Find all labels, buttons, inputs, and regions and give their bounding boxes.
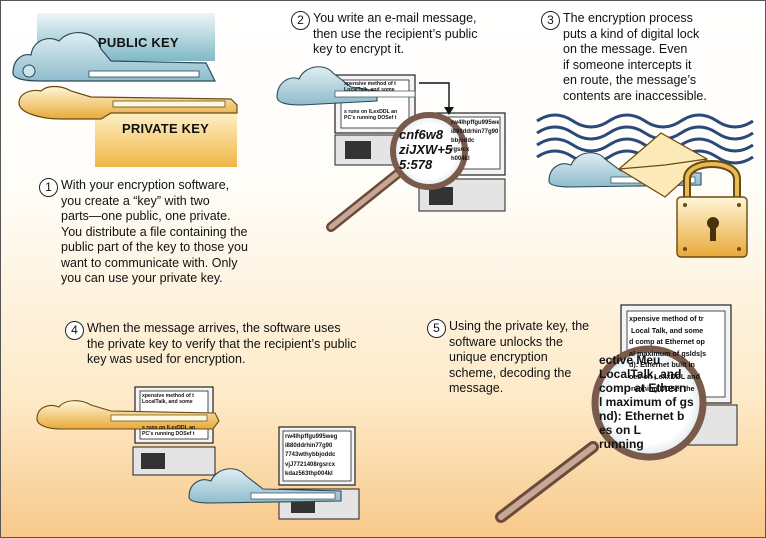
public-key-label: PUBLIC KEY [98, 35, 179, 50]
step-2-text: You write an e-mail message, then use th… [313, 11, 478, 56]
step-2-number: 2 [291, 11, 310, 30]
step3-padlock-icon [676, 160, 748, 258]
step-4-text: When the message arrives, the software u… [87, 321, 357, 366]
step-5-text: Using the private key, the software unlo… [449, 319, 590, 395]
step-5-number: 5 [427, 319, 446, 338]
step2-plaintext-screen-2: s runs on ILexDDL an PC's running DOSef … [344, 109, 398, 122]
encryption-diagram: PUBLIC KEY PRIVATE KEY xpensive method o… [0, 0, 766, 538]
step4-plaintext-screen: xpensive method of t LocalTalk, and some [142, 393, 194, 406]
step2-plaintext-screen: xpensive method of t LocalTalk, and some [344, 81, 396, 94]
step4-plaintext-screen-2: s runs on ILexDDL an PC's running DOSef … [142, 425, 196, 438]
step2-magnified-ciphertext: cnf6w8 ziJXW+5 5:578 [399, 127, 453, 172]
step5-magnified-plaintext: ective Meu LocalTalk, and comp at Ethern… [599, 353, 694, 451]
step2-arrow [419, 82, 450, 111]
step-3-number: 3 [541, 11, 560, 30]
private-key-label: PRIVATE KEY [122, 121, 209, 136]
step-3-text: The encryption process puts a kind of di… [563, 11, 707, 103]
step-1-number: 1 [39, 178, 58, 197]
private-key-banner [95, 109, 237, 167]
step-4-number: 4 [65, 321, 84, 340]
step4-ciphertext-screen: rw4lhpffgu995weg i880ddrhin77g90 7743wth… [285, 434, 338, 477]
step-1-text: With your encryption software, you creat… [61, 178, 248, 285]
